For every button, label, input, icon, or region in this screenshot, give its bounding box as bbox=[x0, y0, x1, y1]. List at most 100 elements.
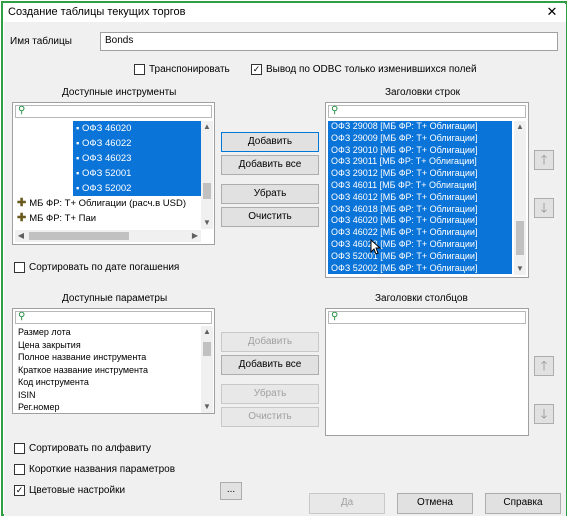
scroll-up-icon[interactable]: ▲ bbox=[514, 121, 526, 133]
scroll-up-icon[interactable]: ▲ bbox=[201, 326, 213, 338]
sort-by-maturity-label: Сортировать по дате погашения bbox=[29, 262, 180, 273]
list-item[interactable]: Размер лота bbox=[15, 326, 201, 339]
arrow-down-icon: 🡓 bbox=[540, 406, 548, 421]
row-headers-search-field[interactable]: ⚲ bbox=[328, 105, 526, 118]
instruments-vscroll[interactable]: ▲ ▼ bbox=[201, 121, 213, 229]
group-row[interactable]: ✚ МБ ФР: Т+ Паи bbox=[15, 211, 201, 226]
list-item[interactable]: ОФЗ 29012 [МБ ФР: Т+ Облигации] bbox=[328, 168, 512, 180]
sort-by-maturity-checkbox[interactable]: Сортировать по дате погашения bbox=[14, 262, 179, 273]
available-instruments-header: Доступные инструменты bbox=[62, 87, 177, 98]
yes-button[interactable]: Да bbox=[309, 493, 385, 514]
plus-icon[interactable]: ✚ bbox=[17, 211, 26, 226]
list-item[interactable]: ОФЗ 52002 [МБ ФР: Т+ Облигации] bbox=[328, 262, 512, 275]
color-settings-checkbox[interactable]: ✓ Цветовые настройки bbox=[14, 485, 125, 496]
list-item[interactable]: ОФЗ 46012 [МБ ФР: Т+ Облигации] bbox=[328, 191, 512, 204]
list-item[interactable]: ОФЗ 29009 [МБ ФР: Т+ Облигации] bbox=[328, 132, 512, 145]
add-all-parameters-button[interactable]: Добавить все bbox=[221, 355, 319, 375]
color-settings-box[interactable]: ✓ bbox=[14, 485, 25, 496]
sort-alpha-checkbox[interactable]: Сортировать по алфавиту bbox=[14, 443, 151, 454]
list-item[interactable]: ▪ ОФЗ 46020 bbox=[15, 121, 201, 136]
instrument-label: ОФЗ 46022 bbox=[82, 138, 132, 149]
transpose-checkbox-box[interactable] bbox=[134, 64, 145, 75]
move-down-button[interactable]: 🡓 bbox=[534, 198, 554, 218]
list-item[interactable]: ОФЗ 29010 [МБ ФР: Т+ Облигации] bbox=[328, 144, 512, 157]
list-item[interactable]: ОФЗ 46018 [МБ ФР: Т+ Облигации] bbox=[328, 203, 512, 216]
transpose-checkbox[interactable]: Транспонировать bbox=[134, 64, 230, 75]
add-instrument-button[interactable]: Добавить bbox=[221, 132, 319, 152]
dialog-client: Имя таблицы Bonds Транспонировать ✓ Выво… bbox=[4, 22, 566, 516]
move-up-button[interactable]: 🡑 bbox=[534, 150, 554, 170]
scroll-thumb[interactable] bbox=[203, 183, 211, 199]
parameters-vscroll[interactable]: ▲ ▼ bbox=[201, 326, 213, 413]
list-item[interactable]: ▪ ОФЗ 52001 bbox=[15, 166, 201, 181]
add-parameter-button[interactable]: Добавить bbox=[221, 332, 319, 352]
list-item[interactable]: ОФЗ 46011 [МБ ФР: Т+ Облигации] bbox=[328, 179, 512, 192]
short-names-checkbox[interactable]: Короткие названия параметров bbox=[14, 464, 175, 475]
scroll-down-icon[interactable]: ▼ bbox=[201, 401, 213, 413]
group-row[interactable]: ✚ МБ ФР: Т+ Облигации (расч.в USD) bbox=[15, 196, 201, 211]
color-settings-more-button[interactable]: ... bbox=[220, 482, 242, 500]
column-headers-panel: ⚲ bbox=[325, 308, 529, 436]
search-icon: ⚲ bbox=[18, 105, 26, 116]
remove-parameter-button[interactable]: Убрать bbox=[221, 384, 319, 404]
short-names-box[interactable] bbox=[14, 464, 25, 475]
list-item[interactable]: ОФЗ 29008 [МБ ФР: Т+ Облигации] bbox=[328, 121, 512, 133]
table-name-value: Bonds bbox=[105, 35, 134, 46]
odbc-checkbox[interactable]: ✓ Вывод по ODBC только изменившихся поле… bbox=[251, 64, 477, 75]
list-item[interactable]: ОФЗ 46023 [МБ ФР: Т+ Облигации] bbox=[328, 238, 512, 251]
move-up-column-button[interactable]: 🡑 bbox=[534, 356, 554, 376]
list-item[interactable]: ▪ ОФЗ 46023 bbox=[15, 151, 201, 166]
list-item[interactable]: ▪ ОФЗ 52002 bbox=[15, 181, 201, 196]
list-item[interactable]: Рег.номер bbox=[15, 401, 201, 413]
table-name-input[interactable]: Bonds bbox=[100, 32, 558, 51]
list-item[interactable]: ОФЗ 29011 [МБ ФР: Т+ Облигации] bbox=[328, 156, 512, 169]
list-item[interactable]: ▪ ОФЗ 46022 bbox=[15, 136, 201, 151]
instruments-hscroll[interactable]: ◀ ▶ bbox=[15, 230, 201, 242]
available-parameters-header: Доступные параметры bbox=[62, 293, 168, 304]
arrow-up-icon: 🡑 bbox=[540, 358, 548, 373]
move-down-column-button[interactable]: 🡓 bbox=[534, 404, 554, 424]
instruments-search-field[interactable]: ⚲ bbox=[15, 105, 212, 118]
list-item[interactable]: ISIN bbox=[15, 389, 201, 402]
list-item[interactable]: Цена закрытия bbox=[15, 339, 201, 352]
odbc-label: Вывод по ODBC только изменившихся полей bbox=[266, 64, 477, 75]
list-item[interactable]: ОФЗ 52001 [МБ ФР: Т+ Облигации] bbox=[328, 250, 512, 263]
plus-icon[interactable]: ✚ bbox=[17, 196, 26, 211]
scroll-right-icon[interactable]: ▶ bbox=[189, 230, 201, 242]
column-headers-search-field[interactable]: ⚲ bbox=[328, 311, 526, 324]
list-item[interactable]: Полное название инструмента bbox=[15, 351, 201, 364]
add-all-instruments-button[interactable]: Добавить все bbox=[221, 155, 319, 175]
row-headers-panel: ⚲ ОФЗ 29008 [МБ ФР: Т+ Облигации] ОФЗ 29… bbox=[325, 102, 529, 278]
cancel-button[interactable]: Отмена bbox=[397, 493, 473, 514]
search-icon: ⚲ bbox=[331, 311, 339, 322]
scroll-down-icon[interactable]: ▼ bbox=[201, 217, 213, 229]
scroll-thumb[interactable] bbox=[516, 221, 524, 255]
list-item[interactable]: ОФЗ 46022 [МБ ФР: Т+ Облигации] bbox=[328, 227, 512, 239]
scroll-left-icon[interactable]: ◀ bbox=[15, 230, 27, 242]
list-item[interactable]: Код инструмента bbox=[15, 376, 201, 389]
search-icon: ⚲ bbox=[331, 105, 339, 116]
clear-instruments-button[interactable]: Очистить bbox=[221, 207, 319, 227]
close-icon[interactable]: ✕ bbox=[544, 4, 560, 20]
scroll-up-icon[interactable]: ▲ bbox=[201, 121, 213, 133]
scroll-thumb[interactable] bbox=[29, 232, 129, 240]
help-button[interactable]: Справка bbox=[485, 493, 561, 514]
list-item[interactable]: ОФЗ 46020 [МБ ФР: Т+ Облигации] bbox=[328, 215, 512, 228]
sort-by-maturity-box[interactable] bbox=[14, 262, 25, 273]
remove-instrument-button[interactable]: Убрать bbox=[221, 184, 319, 204]
instrument-label: ОФЗ 46023 bbox=[82, 153, 132, 164]
sort-alpha-box[interactable] bbox=[14, 443, 25, 454]
scroll-down-icon[interactable]: ▼ bbox=[514, 263, 526, 275]
table-name-label: Имя таблицы bbox=[10, 36, 72, 47]
odbc-checkbox-box[interactable]: ✓ bbox=[251, 64, 262, 75]
instruments-list: ▪ ОФЗ 46020 ▪ ОФЗ 46022 ▪ ОФЗ 46023 ▪ ОФ… bbox=[15, 121, 201, 229]
color-settings-label: Цветовые настройки bbox=[29, 485, 126, 496]
parameters-list: Размер лота Цена закрытия Полное названи… bbox=[15, 326, 201, 413]
row-headers-vscroll[interactable]: ▲ ▼ bbox=[514, 121, 526, 275]
arrow-up-icon: 🡑 bbox=[540, 152, 548, 167]
parameters-search-field[interactable]: ⚲ bbox=[15, 311, 212, 324]
scroll-thumb[interactable] bbox=[203, 342, 211, 356]
clear-parameters-button[interactable]: Очистить bbox=[221, 407, 319, 427]
row-headers-header: Заголовки строк bbox=[385, 87, 461, 98]
list-item[interactable]: Краткое название инструмента bbox=[15, 364, 201, 377]
